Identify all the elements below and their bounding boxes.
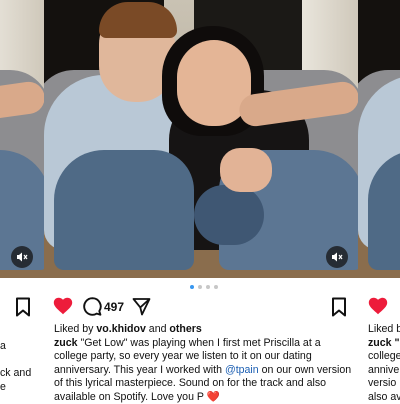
carousel-dot	[214, 285, 218, 289]
send-icon[interactable]	[132, 297, 151, 321]
caption-fragment: Liked b	[368, 323, 400, 337]
comment-count: 497	[104, 300, 124, 314]
caption-fragment: versio	[368, 377, 400, 391]
caption-fragment: college	[368, 350, 400, 364]
media-strip	[0, 0, 400, 278]
caption-body: zuck "Get Low" was playing when I first …	[54, 337, 354, 404]
caption-fragment	[0, 354, 44, 368]
caption-fragment: zuck "	[368, 337, 400, 351]
bookmark-icon[interactable]	[15, 297, 31, 322]
previous-post-caption: a ck and e	[0, 340, 44, 394]
speaker-muted-icon[interactable]	[326, 246, 348, 268]
post-photo[interactable]	[44, 0, 358, 278]
comment-icon[interactable]	[83, 297, 102, 321]
bookmark-icon[interactable]	[331, 297, 347, 322]
previous-post-photo[interactable]	[0, 0, 44, 278]
speaker-muted-icon[interactable]	[11, 246, 33, 268]
caption-fragment: e	[0, 381, 44, 395]
author-username[interactable]: zuck	[54, 337, 78, 349]
heart-icon[interactable]	[368, 297, 388, 320]
likes-middle: and	[146, 323, 170, 335]
heart-emoji: ❤️	[207, 391, 220, 403]
post-caption: Liked by vo.khidov and others zuck "Get …	[54, 323, 354, 404]
carousel-dot	[206, 285, 210, 289]
carousel-indicator	[190, 285, 220, 290]
liker-username[interactable]: vo.khidov	[96, 323, 145, 335]
next-post-caption: Liked b zuck " college annive versio als…	[368, 323, 400, 404]
next-post-photo[interactable]	[358, 0, 400, 278]
likes-summary: Liked by vo.khidov and others	[54, 323, 354, 337]
carousel-dot-active	[190, 285, 194, 289]
instagram-feed: 497 Liked by vo.khidov and others zuck "…	[0, 0, 400, 400]
heart-icon[interactable]	[53, 297, 73, 320]
caption-fragment: also av	[368, 391, 400, 404]
caption-fragment: annive	[368, 364, 400, 378]
carousel-dot	[198, 285, 202, 289]
caption-fragment: ck and	[0, 367, 44, 381]
caption-fragment: a	[0, 340, 44, 354]
mention-link[interactable]: @tpain	[225, 364, 259, 376]
likes-prefix: Liked by	[54, 323, 96, 335]
likes-others-link[interactable]: others	[169, 323, 201, 335]
